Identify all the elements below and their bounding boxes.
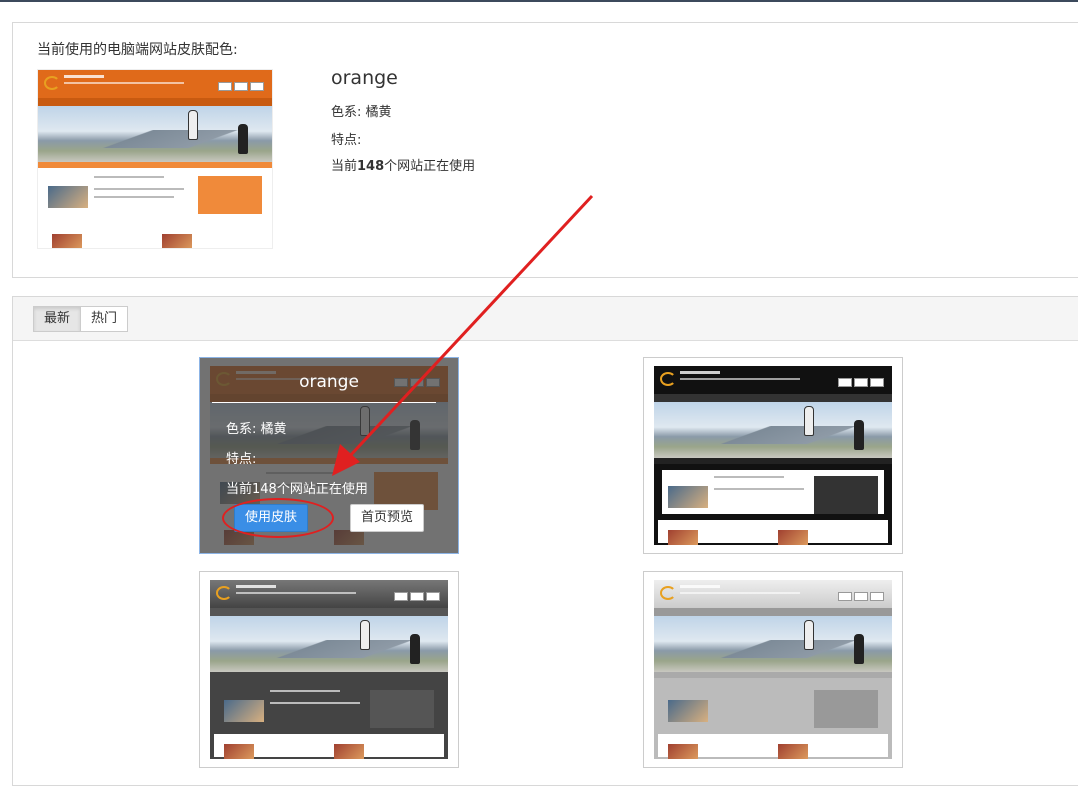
skin-card-light-gray[interactable] <box>643 571 903 768</box>
overlay-divider <box>212 402 436 403</box>
overlay-skin-feature: 特点: <box>226 452 257 467</box>
tab-bar: 最新 热门 <box>13 297 1078 341</box>
skin-card-dark-gray[interactable] <box>199 571 459 768</box>
tab-popular[interactable]: 热门 <box>81 306 129 332</box>
current-skin-usage: 当前148个网站正在使用 <box>331 159 476 174</box>
skin-card-black[interactable] <box>643 357 903 554</box>
homepage-preview-button[interactable]: 首页预览 <box>350 504 425 532</box>
tab-latest[interactable]: 最新 <box>33 306 82 332</box>
skin-hover-overlay: orange 色系: 橘黄 特点: 当前148个网站正在使用 使用皮肤 首页预览 <box>200 358 458 553</box>
current-skin-thumbnail <box>37 69 273 249</box>
skin-card-orange[interactable]: orange 色系: 橘黄 特点: 当前148个网站正在使用 使用皮肤 首页预览 <box>199 357 459 554</box>
overlay-skin-usage: 当前148个网站正在使用 <box>226 482 368 497</box>
current-skin-feature: 特点: <box>331 133 362 148</box>
current-skin-panel: 当前使用的电脑端网站皮肤配色: orange 色系: 橘黄 特点: 当前148个… <box>12 22 1078 278</box>
tab-group: 最新 热门 <box>33 306 129 332</box>
top-border <box>0 0 1078 2</box>
site-preview <box>654 366 892 545</box>
overlay-skin-color: 色系: 橘黄 <box>226 422 287 437</box>
overlay-skin-name: orange <box>299 372 359 392</box>
use-skin-button[interactable]: 使用皮肤 <box>234 504 309 532</box>
current-skin-name: orange <box>331 67 398 89</box>
current-skin-title: 当前使用的电脑端网站皮肤配色: <box>37 42 238 58</box>
site-preview <box>210 580 448 759</box>
current-skin-color: 色系: 橘黄 <box>331 105 392 120</box>
skin-gallery-panel: 最新 热门 orange 色系: 橘黄 特点: 当前148个网站正在使用 使用皮… <box>12 296 1078 786</box>
site-preview <box>654 580 892 759</box>
site-preview <box>38 70 272 248</box>
